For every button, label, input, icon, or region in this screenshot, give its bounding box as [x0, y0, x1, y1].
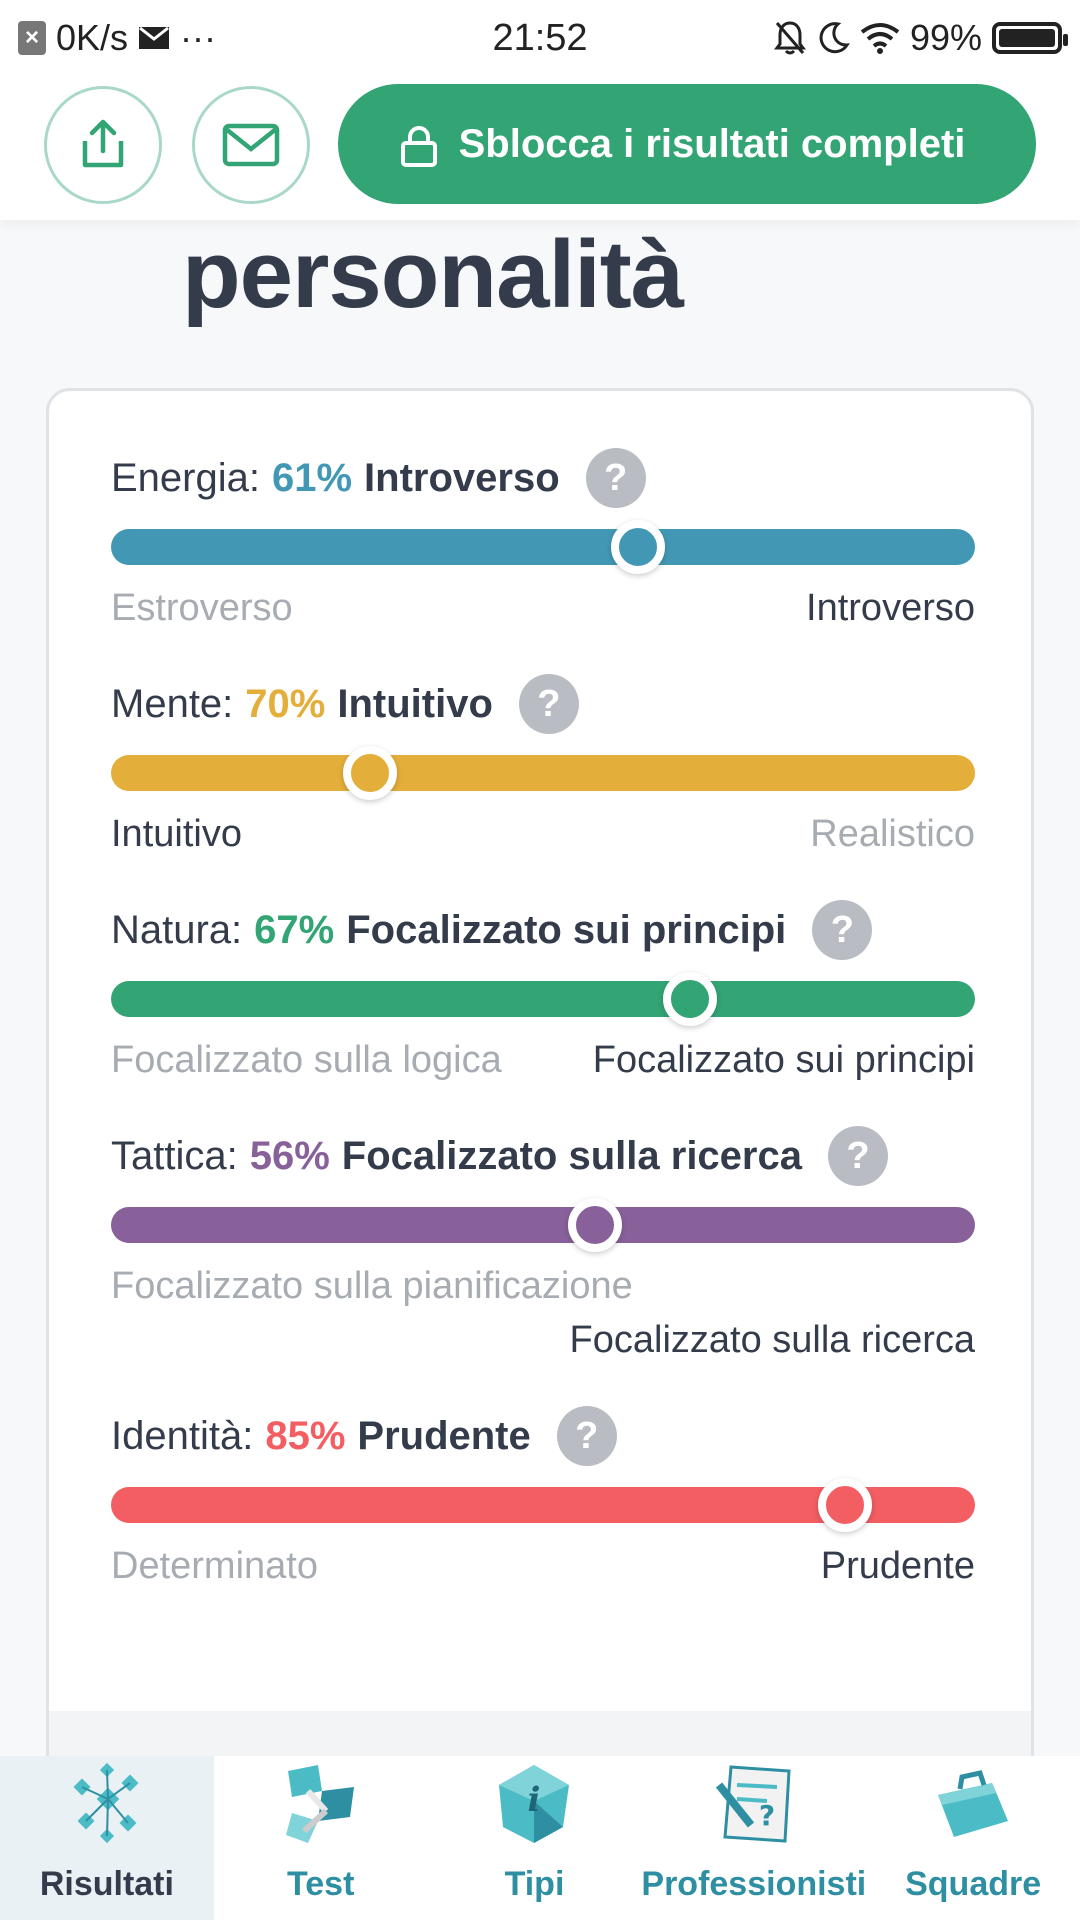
more-notifications: ···: [180, 17, 217, 58]
trait-mind: Mente: 70% Intuitivo ? Intuitivo Realist…: [111, 673, 975, 857]
network-speed: 0K/s: [56, 17, 129, 58]
trait-knob: [818, 1478, 873, 1532]
trait-bar: [111, 972, 975, 1026]
trait-knob: [343, 746, 398, 800]
pole-right: Focalizzato sulla ricerca: [569, 1319, 975, 1361]
svg-text:i: i: [528, 1780, 541, 1820]
trait-name: Focalizzato sulla ricerca: [341, 1133, 802, 1178]
help-icon[interactable]: ?: [556, 1406, 617, 1466]
lock-icon: [401, 126, 437, 167]
battery-icon: [992, 22, 1068, 54]
test-icon: [285, 1765, 354, 1843]
envelope-icon: [222, 123, 280, 167]
status-right: 99%: [773, 17, 1068, 59]
status-bar: × 0K/s ··· 21:52 99%: [0, 0, 1080, 76]
unlock-results-label: Sblocca i risultati completi: [458, 122, 966, 166]
results-icon: [73, 1762, 139, 1844]
bottom-navigation: Risultati Test i Tipi ? Professionisti S…: [0, 1756, 1080, 1920]
bell-off-icon: [773, 21, 806, 55]
email-button[interactable]: [192, 86, 310, 204]
help-icon[interactable]: ?: [827, 1126, 888, 1186]
trait-knob: [611, 520, 666, 574]
trait-nature: Natura: 67% Focalizzato sui principi ? F…: [111, 899, 975, 1083]
teams-icon: [938, 1770, 1009, 1837]
trait-name: Introverso: [364, 455, 560, 500]
help-icon[interactable]: ?: [812, 900, 873, 960]
pole-left: Intuitivo: [111, 813, 242, 855]
svg-text:?: ?: [759, 1799, 775, 1832]
trait-name: Focalizzato sui principi: [346, 907, 787, 952]
trait-label: Tattica:: [111, 1133, 238, 1178]
trait-name: Prudente: [357, 1413, 531, 1458]
pole-right: Realistico: [810, 813, 975, 855]
pole-right: Prudente: [820, 1545, 975, 1587]
trait-percent: 85%: [265, 1413, 346, 1458]
nav-teams[interactable]: Squadre: [866, 1756, 1080, 1920]
pole-left: Focalizzato sulla logica: [111, 1039, 502, 1081]
professionals-icon: ?: [715, 1765, 791, 1843]
nav-professionals[interactable]: ? Professionisti: [641, 1756, 866, 1920]
trait-knob: [567, 1198, 622, 1252]
wifi-icon: [860, 23, 900, 54]
share-icon: [82, 119, 124, 168]
trait-bar: [111, 1198, 975, 1252]
trait-percent: 67%: [254, 907, 335, 952]
nav-label: Professionisti: [641, 1865, 867, 1903]
personality-traits-card: Energia: 61% Introverso ? Estroverso Int…: [46, 388, 1034, 1808]
trait-percent: 61%: [271, 455, 353, 500]
trait-label: Natura:: [111, 907, 243, 952]
pole-left: Estroverso: [111, 587, 293, 629]
trait-label: Identità:: [111, 1413, 254, 1458]
trait-name: Intuitivo: [337, 681, 493, 726]
pole-left: Determinato: [111, 1545, 318, 1587]
pole-right: Introverso: [806, 587, 975, 629]
trait-knob: [662, 972, 717, 1026]
do-not-disturb-moon-icon: [819, 22, 850, 54]
trait-bar: [111, 520, 975, 574]
nav-label: Squadre: [905, 1865, 1042, 1903]
unlock-results-button[interactable]: Sblocca i risultati completi: [338, 84, 1036, 204]
share-button[interactable]: [44, 86, 162, 204]
trait-label: Mente:: [111, 681, 234, 726]
battery-percent: 99%: [909, 17, 982, 58]
nav-label: Risultati: [39, 1865, 174, 1903]
help-icon[interactable]: ?: [585, 448, 646, 508]
help-icon[interactable]: ?: [518, 674, 579, 734]
nav-label: Tipi: [504, 1865, 565, 1903]
trait-identity: Identità: 85% Prudente ? Determinato Pru…: [111, 1405, 975, 1589]
trait-percent: 56%: [249, 1133, 330, 1178]
mail-notification-icon: [139, 26, 170, 49]
nav-results[interactable]: Risultati: [0, 1756, 214, 1920]
status-left: × 0K/s ···: [18, 17, 216, 59]
notification-x-icon: ×: [18, 21, 46, 55]
trait-energy: Energia: 61% Introverso ? Estroverso Int…: [111, 447, 975, 631]
nav-label: Test: [287, 1865, 355, 1903]
trait-percent: 70%: [245, 681, 326, 726]
types-icon: i: [499, 1765, 570, 1843]
pole-right: Focalizzato sui principi: [592, 1039, 975, 1081]
trait-bar: [111, 1478, 975, 1532]
trait-bar: [111, 746, 975, 800]
page-title: personalità: [182, 221, 684, 328]
trait-tactics: Tattica: 56% Focalizzato sulla ricerca ?…: [111, 1125, 975, 1363]
nav-test[interactable]: Test: [214, 1756, 428, 1920]
results-header: Sblocca i risultati completi: [0, 76, 1080, 220]
nav-types[interactable]: i Tipi: [428, 1756, 642, 1920]
trait-label: Energia:: [111, 455, 260, 500]
pole-left: Focalizzato sulla pianificazione: [111, 1265, 633, 1307]
